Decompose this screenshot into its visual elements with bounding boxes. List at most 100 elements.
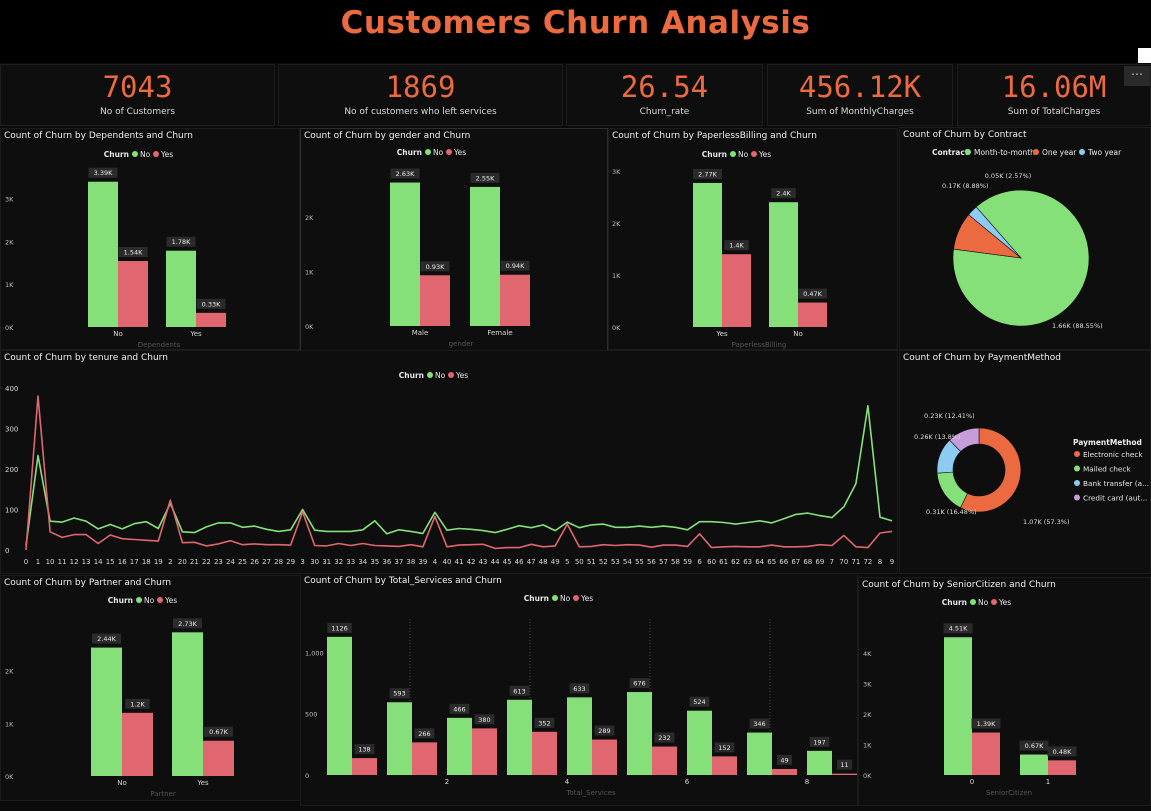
x-tick-label: 29 (286, 558, 295, 566)
legend-label-no: No (144, 596, 155, 605)
bar-yes (972, 732, 1000, 775)
legend-swatch-yes (751, 151, 757, 157)
x-tick-label: 70 (839, 558, 848, 566)
x-tick-label: 65 (767, 558, 776, 566)
x-tick-label: 36 (382, 558, 391, 566)
data-label: 2.63K (396, 170, 415, 178)
y-tick-label: 4K (863, 650, 872, 658)
report-title: Customers Churn Analysis (340, 5, 811, 41)
data-label: 346 (753, 720, 765, 728)
x-tick-label: 1 (36, 558, 40, 566)
x-tick-label: 23 (214, 558, 223, 566)
bar-no (567, 697, 592, 775)
data-label: 0.93K (426, 263, 445, 271)
slice-label: 1.66K (88.55%) (1052, 322, 1103, 330)
data-label: 352 (538, 719, 550, 727)
x-tick-label: 34 (358, 558, 367, 566)
chart-panel-tenure: Count of Churn by tenure and Churn Churn… (0, 350, 898, 574)
data-label: 49 (780, 756, 788, 764)
legend-swatch-no (427, 372, 433, 378)
data-label: 593 (393, 690, 405, 698)
legend-title: Churn (104, 150, 129, 159)
x-tick-label: 12 (70, 558, 79, 566)
bar-yes (118, 261, 148, 327)
y-tick-label: 1K (612, 272, 621, 280)
bar-yes (592, 739, 617, 775)
legend-label: Two year (1087, 148, 1122, 157)
legend-swatch-yes (573, 595, 579, 601)
data-label: 1126 (331, 624, 348, 632)
legend-label-yes: Yes (453, 148, 466, 157)
bar-yes (772, 768, 797, 775)
legend-swatch (1033, 149, 1039, 155)
legend-swatch (1074, 451, 1080, 457)
chart-title: Count of Churn by tenure and Churn (4, 353, 168, 363)
x-tick-label: 19 (154, 558, 163, 566)
x-tick-label: 67 (791, 558, 800, 566)
x-tick-label: 66 (779, 558, 788, 566)
chart-title: Count of Churn by PaymentMethod (903, 353, 1061, 363)
x-tick-label: 0 (24, 558, 28, 566)
data-label: 2.44K (97, 635, 116, 643)
y-tick-label: 500 (305, 711, 317, 719)
x-tick-label: 46 (515, 558, 524, 566)
x-tick-label: 49 (551, 558, 560, 566)
data-label: 266 (418, 730, 430, 738)
bar-yes (832, 773, 857, 775)
data-label: 2.55K (476, 174, 495, 182)
x-tick-label: 1 (1046, 778, 1050, 786)
data-label: 2.77K (698, 170, 717, 178)
legend-swatch (965, 149, 971, 155)
bar-yes (722, 254, 751, 327)
y-tick-label: 0 (305, 772, 309, 780)
bar-yes (203, 740, 234, 776)
bar-no (807, 750, 832, 775)
legend-label: One year (1042, 148, 1077, 157)
y-tick-label: 2K (863, 711, 872, 719)
x-tick-label: 31 (322, 558, 331, 566)
bar-yes (352, 758, 377, 775)
x-tick-label: 13 (82, 558, 91, 566)
data-label: 1.39K (977, 720, 996, 728)
x-tick-label: 17 (130, 558, 139, 566)
x-tick-label: 30 (310, 558, 319, 566)
bar-no (627, 692, 652, 775)
y-tick-label: 0K (5, 773, 14, 781)
x-tick-label: 56 (647, 558, 656, 566)
partner-chart: Churn No Yes 0K 1K 2K 2.44K 1.2K No 2.73K 0.67K Yes… (5, 596, 234, 798)
legend-swatch-yes (157, 597, 163, 603)
legend-title: Churn (108, 596, 133, 605)
bar-yes (420, 275, 450, 326)
chart-panel-paperless: Count of Churn by PaperlessBilling and C… (608, 128, 898, 350)
chart-panel-dependents: Count of Churn by Dependents and Churn C… (0, 128, 300, 350)
x-tick-label: 55 (635, 558, 644, 566)
x-tick-label: 42 (467, 558, 476, 566)
kpi-card-churn-rate: 26.54 Churn_rate (566, 64, 763, 126)
legend-label-yes: Yes (758, 150, 771, 159)
data-label: 0.47K (803, 290, 822, 298)
payment-chart: 1.07K (57.3%) 0.31K (16.48%) 0.26K (13.8%)… (914, 412, 1149, 526)
x-tick-label: 22 (202, 558, 211, 566)
legend-label-yes: Yes (455, 371, 468, 380)
y-tick-label: 1,000 (305, 649, 324, 657)
legend-swatch-yes (153, 151, 159, 157)
more-options-button[interactable]: ⋯ (1124, 66, 1150, 86)
kpi-card-churned: 1869 No of customers who left services (278, 64, 563, 126)
x-tick-label: 63 (743, 558, 752, 566)
data-label: 232 (658, 734, 670, 742)
data-label: 676 (633, 680, 645, 688)
data-label: 138 (358, 746, 370, 754)
dependents-chart: Churn No Yes 0K 1K 2K 3K 3.39K 1.54K No 1.78K 0.33K… (5, 150, 226, 349)
chart-panel-payment: Count of Churn by PaymentMethod 1.07K (5… (899, 350, 1151, 574)
bar-no (693, 182, 722, 327)
chart-title: Count of Churn by Dependents and Churn (4, 131, 194, 141)
data-label: 0.48K (1053, 748, 1072, 756)
services-chart: Churn No Yes 0 500 1,000 1126 138 593 266 2 466 380 6… (305, 594, 857, 797)
legend-title: Churn (524, 594, 549, 603)
x-axis-label: gender (449, 340, 474, 348)
x-axis-label: SeniorCitizen (986, 789, 1032, 797)
kpi-card-monthly: 456.12K Sum of MonthlyCharges (767, 64, 953, 126)
data-label: 2.4K (776, 190, 791, 198)
x-tick-label: 14 (94, 558, 103, 566)
data-label: 3.39K (94, 169, 113, 177)
